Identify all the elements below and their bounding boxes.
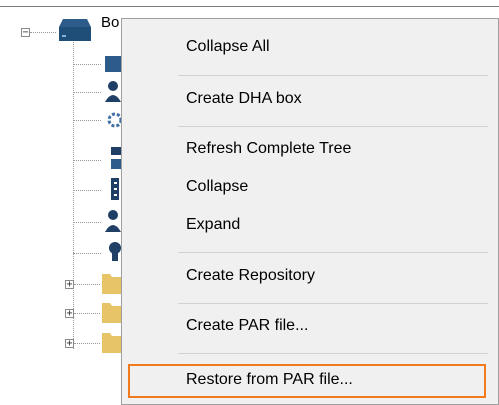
box-icon[interactable] [103, 52, 121, 79]
folder-icon[interactable] [100, 299, 122, 330]
tree-connector [30, 32, 56, 33]
collapse-toggle[interactable]: − [21, 28, 30, 38]
menu-item-collapse[interactable]: Collapse [186, 178, 248, 196]
tree-connector [73, 222, 101, 223]
menu-item-restore-label: Restore from PAR file... [186, 371, 353, 388]
tree-connector [74, 284, 100, 285]
tree-connector [73, 120, 101, 121]
tree-connector [74, 343, 100, 344]
folder-icon[interactable] [100, 329, 122, 360]
menu-item-collapse-all[interactable]: Collapse All [186, 38, 270, 56]
menu-separator [178, 252, 488, 253]
tree-connector [73, 92, 101, 93]
tree-connector [74, 313, 100, 314]
network-icon[interactable] [103, 145, 121, 176]
menu-item-create-dha-box[interactable]: Create DHA box [186, 90, 302, 108]
menu-separator [178, 353, 488, 354]
user-icon[interactable] [103, 80, 121, 109]
top-border [0, 6, 499, 7]
tree-connector [73, 253, 101, 254]
expand-toggle[interactable]: + [65, 339, 74, 349]
user-icon[interactable] [103, 208, 121, 239]
menu-item-restore-from-par-file[interactable]: Restore from PAR file... [128, 364, 486, 398]
expand-toggle[interactable]: + [65, 309, 74, 319]
gear-icon[interactable] [103, 108, 123, 137]
folder-icon[interactable] [100, 270, 122, 301]
tree-connector [73, 190, 101, 191]
menu-separator [178, 303, 488, 304]
context-menu: Collapse All Create DHA box Refresh Comp… [121, 18, 499, 405]
server-box-icon[interactable] [57, 17, 93, 48]
list-icon[interactable] [103, 176, 121, 207]
tree-connector [73, 160, 101, 161]
tree-root-label[interactable]: Bo [101, 14, 119, 31]
tree-connector [73, 42, 74, 349]
menu-item-expand[interactable]: Expand [186, 216, 240, 234]
certificate-icon[interactable] [103, 238, 121, 269]
menu-separator [178, 75, 488, 76]
tree-connector [73, 64, 101, 65]
menu-item-refresh-complete-tree[interactable]: Refresh Complete Tree [186, 140, 351, 158]
menu-separator [178, 126, 488, 127]
menu-item-create-par-file[interactable]: Create PAR file... [186, 317, 308, 335]
menu-item-create-repository[interactable]: Create Repository [186, 267, 315, 285]
expand-toggle[interactable]: + [65, 280, 74, 290]
